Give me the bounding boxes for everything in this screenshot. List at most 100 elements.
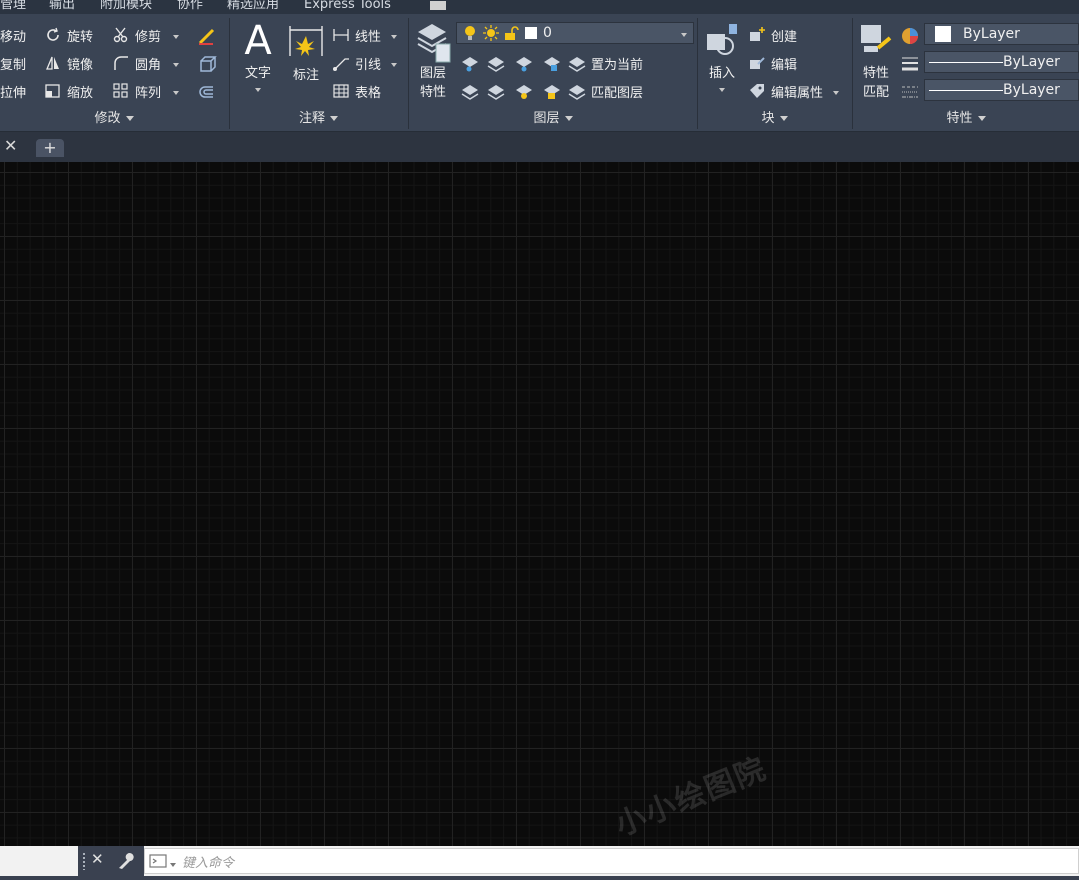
linetype-value: ByLayer xyxy=(1003,82,1060,98)
move-button[interactable]: 移动 xyxy=(0,24,26,46)
leader-button[interactable]: 引线 xyxy=(332,52,398,74)
copy-label: 复制 xyxy=(0,57,27,73)
drag-handle-icon[interactable] xyxy=(82,852,86,870)
table-button[interactable]: 表格 xyxy=(332,80,381,102)
drawing-canvas[interactable]: 小小绘图院 xyxy=(0,162,1079,846)
text-button[interactable]: A 文字 xyxy=(238,20,278,96)
layers-title-label: 图层 xyxy=(533,111,560,126)
color-wheel-icon[interactable] xyxy=(900,26,920,46)
match-layer-button[interactable]: 匹配图层 xyxy=(568,80,643,102)
stretch-button[interactable]: 拉伸 xyxy=(0,80,26,102)
layer-tools-row2-icons[interactable] xyxy=(460,82,570,102)
linear-label: 线性 xyxy=(355,29,382,45)
linear-dim-button[interactable]: 线性 xyxy=(332,24,398,46)
linear-dropdown-icon[interactable] xyxy=(391,28,398,43)
linetype-preview-line xyxy=(929,89,1003,91)
insert-dropdown-icon xyxy=(701,81,743,96)
insert-block-button[interactable]: 插入 xyxy=(701,22,743,96)
edit-attributes-label: 编辑属性 xyxy=(771,85,824,101)
menu-more-chevron-icon[interactable] xyxy=(450,4,456,14)
match-properties-icon xyxy=(861,25,892,52)
scissors-icon xyxy=(113,27,128,43)
menu-manage[interactable]: 管理 xyxy=(0,0,26,14)
trim-dropdown-icon[interactable] xyxy=(173,28,180,43)
lineweight-value: ByLayer xyxy=(1003,54,1060,70)
erase-icon[interactable] xyxy=(197,26,217,46)
menu-express-tools[interactable]: Express Tools xyxy=(304,0,391,14)
annotation-panel-title[interactable]: 注释 xyxy=(230,109,407,129)
set-current-layer-button[interactable]: 置为当前 xyxy=(568,52,643,74)
create-block-button[interactable]: 创建 xyxy=(748,24,797,46)
rotate-button[interactable]: 旋转 xyxy=(44,24,93,46)
menu-output[interactable]: 输出 xyxy=(49,0,75,14)
dimension-icon xyxy=(289,26,323,56)
edit-block-button[interactable]: 编辑 xyxy=(748,52,797,74)
wrench-icon[interactable] xyxy=(116,851,136,871)
file-tab-strip: ✕ + xyxy=(0,132,1079,162)
linetype-dropdown[interactable]: ByLayer xyxy=(924,79,1079,101)
layer-props-label-1: 图层 xyxy=(419,66,446,81)
set-current-label: 置为当前 xyxy=(591,57,644,73)
stretch-label: 拉伸 xyxy=(0,85,27,101)
command-placeholder: 键入命令 xyxy=(182,855,235,871)
edit-attributes-button[interactable]: 编辑属性 xyxy=(748,80,840,102)
layer-properties-icon xyxy=(417,24,451,63)
menu-featured-apps[interactable]: 精选应用 xyxy=(227,0,279,14)
mirror-label: 镜像 xyxy=(67,57,94,73)
menu-addins[interactable]: 附加模块 xyxy=(100,0,152,14)
menu-more-icon[interactable] xyxy=(430,1,446,10)
create-label: 创建 xyxy=(771,29,798,45)
array-button[interactable]: 阵列 xyxy=(112,80,180,102)
match-props-label-2: 匹配 xyxy=(862,85,889,100)
properties-panel-title[interactable]: 特性 xyxy=(853,109,1079,129)
lineweight-icon[interactable] xyxy=(900,54,920,74)
command-input[interactable]: 键入命令 xyxy=(144,848,1079,874)
edit-attributes-dropdown-icon[interactable] xyxy=(833,84,840,99)
color-dropdown[interactable]: ByLayer xyxy=(924,23,1079,45)
menu-collaborate[interactable]: 协作 xyxy=(177,0,203,14)
lineweight-dropdown[interactable]: ByLayer xyxy=(924,51,1079,73)
array-dropdown-icon[interactable] xyxy=(173,84,180,99)
set-current-layer-icon xyxy=(568,57,586,72)
mirror-button[interactable]: 镜像 xyxy=(44,52,93,74)
new-tab-button[interactable]: + xyxy=(36,139,64,157)
terminal-dropdown-icon[interactable] xyxy=(170,852,176,871)
leader-dropdown-icon[interactable] xyxy=(391,56,398,71)
ribbon: 移动 旋转 修剪 复制 镜像 圆角 拉伸 缩放 阵列 修改 A 文字 标注 线性… xyxy=(0,14,1079,132)
insert-block-icon xyxy=(707,24,737,55)
command-line-toolbar: ✕ xyxy=(78,846,144,876)
text-icon: A xyxy=(244,18,272,64)
offset-icon[interactable] xyxy=(197,82,217,102)
fillet-dropdown-icon[interactable] xyxy=(173,56,180,71)
terminal-icon[interactable] xyxy=(149,854,167,868)
layers-panel-title[interactable]: 图层 xyxy=(409,109,697,129)
block-panel-title[interactable]: 块 xyxy=(698,109,851,129)
scale-button[interactable]: 缩放 xyxy=(44,80,93,102)
color-swatch xyxy=(935,26,951,42)
close-command-line-icon[interactable]: ✕ xyxy=(91,850,104,868)
layer-properties-button[interactable]: 图层 特性 xyxy=(412,20,454,100)
copy-button[interactable]: 复制 xyxy=(0,52,26,74)
layer-dropdown-chevron-icon xyxy=(681,25,687,41)
fillet-button[interactable]: 圆角 xyxy=(112,52,180,74)
unlock-icon xyxy=(505,26,519,40)
dimension-label: 标注 xyxy=(292,68,319,83)
match-properties-button[interactable]: 特性 匹配 xyxy=(856,22,896,100)
annotation-title-label: 注释 xyxy=(298,111,325,126)
rotate-icon xyxy=(47,27,59,41)
trim-button[interactable]: 修剪 xyxy=(112,24,180,46)
layer-dropdown[interactable]: 0 xyxy=(456,22,694,44)
linetype-icon[interactable] xyxy=(900,82,920,102)
edit-block-icon xyxy=(750,57,765,69)
color-value: ByLayer xyxy=(963,26,1020,42)
scale-icon xyxy=(45,84,60,98)
modify-panel-title[interactable]: 修改 xyxy=(0,109,228,129)
scale-label: 缩放 xyxy=(67,85,94,101)
rotate-label: 旋转 xyxy=(67,29,94,45)
3d-box-icon[interactable] xyxy=(197,54,217,74)
layer-tools-row1-icons[interactable] xyxy=(460,54,580,74)
move-label: 移动 xyxy=(0,29,27,45)
command-line-bar: ✕ 键入命令 xyxy=(0,846,1079,880)
dimension-button[interactable]: 标注 xyxy=(284,22,328,83)
close-tab-icon[interactable]: ✕ xyxy=(4,136,17,155)
